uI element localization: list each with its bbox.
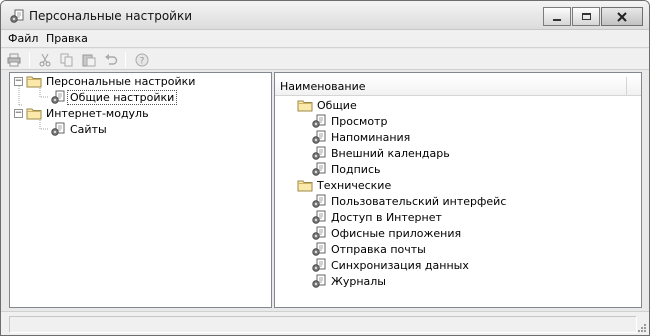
copy-button[interactable]	[59, 52, 75, 68]
group-label: Технические	[317, 178, 392, 192]
tree-node-general-settings[interactable]: Общие настройки	[50, 89, 178, 105]
paste-icon	[82, 54, 96, 67]
settings-item-icon	[311, 113, 327, 129]
help-icon: ?	[135, 53, 149, 67]
list-item[interactable]: Синхронизация данных	[311, 257, 471, 273]
group-label: Общие	[317, 98, 357, 112]
list-item-label: Просмотр	[331, 114, 388, 128]
column-header-filler	[627, 77, 641, 96]
settings-tree[interactable]: − Персональные настройки Общие настройки…	[9, 72, 272, 308]
list-item-label: Синхронизация данных	[331, 258, 469, 272]
tree-node-label: Общие настройки	[66, 89, 178, 105]
settings-item-icon	[311, 193, 327, 209]
minimize-icon	[553, 18, 561, 21]
list-item-label: Внешний календарь	[331, 146, 450, 160]
list-group-general[interactable]: Общие	[297, 97, 359, 113]
collapse-toggle[interactable]: −	[14, 108, 23, 118]
settings-app-icon	[9, 8, 25, 24]
close-button[interactable]	[601, 7, 643, 26]
folder-icon	[26, 73, 42, 89]
title-bar[interactable]: Персональные настройки	[1, 1, 649, 30]
svg-text:?: ?	[140, 57, 145, 67]
tree-node-internet-module[interactable]: − Интернет-модуль	[14, 105, 151, 121]
list-item[interactable]: Доступ в Интернет	[311, 209, 444, 225]
collapse-toggle[interactable]: −	[14, 76, 23, 86]
settings-item-icon	[50, 89, 66, 105]
settings-item-icon	[311, 209, 327, 225]
list-item-label: Отправка почты	[331, 242, 426, 256]
list-item[interactable]: Напоминания	[311, 129, 412, 145]
list-item-label: Подпись	[331, 162, 381, 176]
list-item[interactable]: Отправка почты	[311, 241, 428, 257]
tree-node-sites[interactable]: Сайты	[50, 121, 109, 137]
folder-icon	[26, 105, 42, 121]
column-header-name[interactable]: Наименование	[275, 77, 627, 96]
toolbar-separator	[29, 52, 30, 68]
list-item[interactable]: Просмотр	[311, 113, 389, 129]
settings-list[interactable]: Наименование Общие Просмотр Напоминания …	[274, 72, 642, 308]
menu-edit[interactable]: Правка	[43, 32, 91, 45]
menu-file[interactable]: Файл	[5, 32, 41, 45]
undo-button[interactable]	[103, 52, 119, 68]
print-icon	[7, 53, 21, 67]
menu-bar: Файл Правка	[1, 30, 649, 48]
list-group-technical[interactable]: Технические	[297, 177, 393, 193]
list-item[interactable]: Внешний календарь	[311, 145, 452, 161]
tree-node-label: Интернет-модуль	[46, 106, 149, 120]
help-button[interactable]: ?	[134, 52, 150, 68]
folder-icon	[297, 177, 313, 193]
list-item-label: Напоминания	[331, 130, 411, 144]
folder-icon	[297, 97, 313, 113]
list-item[interactable]: Журналы	[311, 273, 388, 289]
list-item-label: Журналы	[331, 274, 386, 288]
copy-icon	[60, 53, 73, 67]
print-button[interactable]	[6, 52, 22, 68]
window-controls	[542, 7, 643, 26]
window-title: Персональные настройки	[29, 9, 193, 23]
tree-node-label: Персональные настройки	[46, 74, 196, 88]
close-icon	[617, 11, 627, 22]
list-item-label: Пользовательский интерфейс	[331, 194, 507, 208]
minimize-button[interactable]	[543, 7, 571, 26]
settings-item-icon	[311, 241, 327, 257]
resize-grip-icon[interactable]	[636, 322, 646, 332]
tree-node-personal-settings[interactable]: − Персональные настройки	[14, 73, 197, 89]
cut-icon	[39, 53, 51, 67]
cut-button[interactable]	[37, 52, 53, 68]
main-window: Персональные настройки Файл Правка ? − П…	[0, 0, 650, 336]
settings-item-icon	[311, 161, 327, 177]
status-bar	[1, 311, 649, 335]
settings-item-icon	[50, 121, 66, 137]
list-item[interactable]: Пользовательский интерфейс	[311, 193, 508, 209]
settings-item-icon	[311, 225, 327, 241]
toolbar: ?	[1, 49, 649, 70]
list-item-label: Доступ в Интернет	[331, 210, 442, 224]
paste-button[interactable]	[81, 52, 97, 68]
settings-item-icon	[311, 145, 327, 161]
list-item[interactable]: Офисные приложения	[311, 225, 463, 241]
maximize-button[interactable]	[572, 7, 600, 26]
maximize-icon	[581, 13, 591, 20]
toolbar-separator	[125, 52, 126, 68]
list-item[interactable]: Подпись	[311, 161, 382, 177]
settings-item-icon	[311, 257, 327, 273]
settings-item-icon	[311, 129, 327, 145]
settings-item-icon	[311, 273, 327, 289]
list-item-label: Офисные приложения	[331, 226, 462, 240]
tree-node-label: Сайты	[70, 122, 107, 136]
status-panel	[9, 316, 637, 333]
undo-icon	[105, 54, 118, 65]
